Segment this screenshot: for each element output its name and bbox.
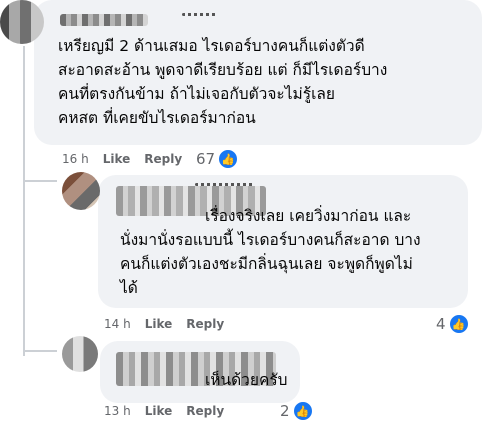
reply-button[interactable]: Reply bbox=[144, 152, 182, 166]
reaction-count: 4 bbox=[436, 315, 446, 333]
like-thumb-icon: 👍 bbox=[217, 148, 240, 170]
avatar[interactable] bbox=[62, 336, 98, 372]
comment-timestamp[interactable]: 13 h bbox=[104, 404, 131, 418]
commenter-name-blurred[interactable] bbox=[60, 14, 148, 26]
reaction-summary[interactable]: 67 👍 bbox=[196, 148, 240, 170]
like-thumb-icon: 👍 bbox=[447, 313, 470, 335]
reply-connector bbox=[23, 180, 57, 182]
comment-timestamp[interactable]: 16 h bbox=[62, 152, 89, 166]
like-thumb-icon: 👍 bbox=[291, 400, 314, 422]
comment-actions: 14 h Like Reply bbox=[104, 317, 224, 331]
reaction-summary[interactable]: 2 👍 bbox=[280, 400, 314, 422]
reply-thread-line bbox=[23, 46, 25, 356]
reaction-summary[interactable]: 4 👍 bbox=[436, 313, 470, 335]
comment-actions: 13 h Like Reply bbox=[104, 404, 224, 418]
like-button[interactable]: Like bbox=[103, 152, 131, 166]
reaction-count: 67 bbox=[196, 150, 216, 168]
comment-text: นั่งมานั่งรอแบบนี้ ไรเดอร์บางคนก็สะอาด บ… bbox=[120, 231, 421, 297]
commenter-name-blurred-extra bbox=[182, 13, 216, 16]
like-button[interactable]: Like bbox=[145, 317, 173, 331]
reaction-count: 2 bbox=[280, 402, 290, 420]
comment-text: เหรียญมี 2 ด้านเสมอ ไรเดอร์บางคนก็แต่งตั… bbox=[58, 37, 388, 127]
reply-button[interactable]: Reply bbox=[186, 404, 224, 418]
avatar[interactable] bbox=[62, 172, 100, 210]
reply-connector bbox=[23, 350, 57, 352]
avatar[interactable] bbox=[0, 0, 44, 44]
comment-text-first-line: เรื่องจริงเลย เคยวิ่งมาก่อน และ bbox=[205, 207, 412, 225]
comment-text: เห็นด้วยครับ bbox=[205, 371, 288, 389]
reply-button[interactable]: Reply bbox=[186, 317, 224, 331]
like-button[interactable]: Like bbox=[145, 404, 173, 418]
comment-actions: 16 h Like Reply bbox=[62, 152, 182, 166]
comment-timestamp[interactable]: 14 h bbox=[104, 317, 131, 331]
